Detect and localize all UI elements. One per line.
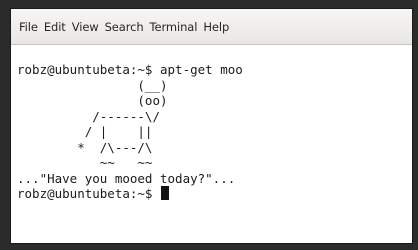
menu-help[interactable]: Help	[203, 20, 229, 34]
command: apt-get moo	[160, 62, 243, 77]
moo-message: ..."Have you mooed today?"...	[17, 170, 236, 186]
cow-art-line: * /\---/\	[17, 139, 153, 155]
text-cursor	[161, 186, 169, 200]
cow-art-line: / | ||	[17, 124, 153, 139]
menu-edit[interactable]: Edit	[44, 20, 66, 34]
cow-art-line: (__)	[17, 77, 168, 93]
final-prompt: robz@ubuntubeta:~$	[17, 186, 153, 201]
command-line: robz@ubuntubeta:~$ apt-get moo	[17, 62, 412, 78]
menu-terminal[interactable]: Terminal	[150, 20, 198, 34]
final-prompt-line[interactable]: robz@ubuntubeta:~$	[17, 186, 412, 202]
terminal-window: File Edit View Search Terminal Help robz…	[10, 8, 413, 244]
terminal-output[interactable]: robz@ubuntubeta:~$ apt-get moo (__) (oo)…	[11, 45, 412, 243]
cow-art-line: (oo)	[17, 93, 168, 108]
prompt: robz@ubuntubeta:~$	[17, 62, 153, 77]
menu-search[interactable]: Search	[105, 20, 144, 34]
cow-art-line: /------\/	[17, 108, 160, 124]
menu-view[interactable]: View	[72, 20, 99, 34]
cow-art-line: ~~ ~~	[17, 155, 153, 170]
menu-file[interactable]: File	[19, 20, 38, 34]
menu-bar: File Edit View Search Terminal Help	[11, 9, 412, 45]
